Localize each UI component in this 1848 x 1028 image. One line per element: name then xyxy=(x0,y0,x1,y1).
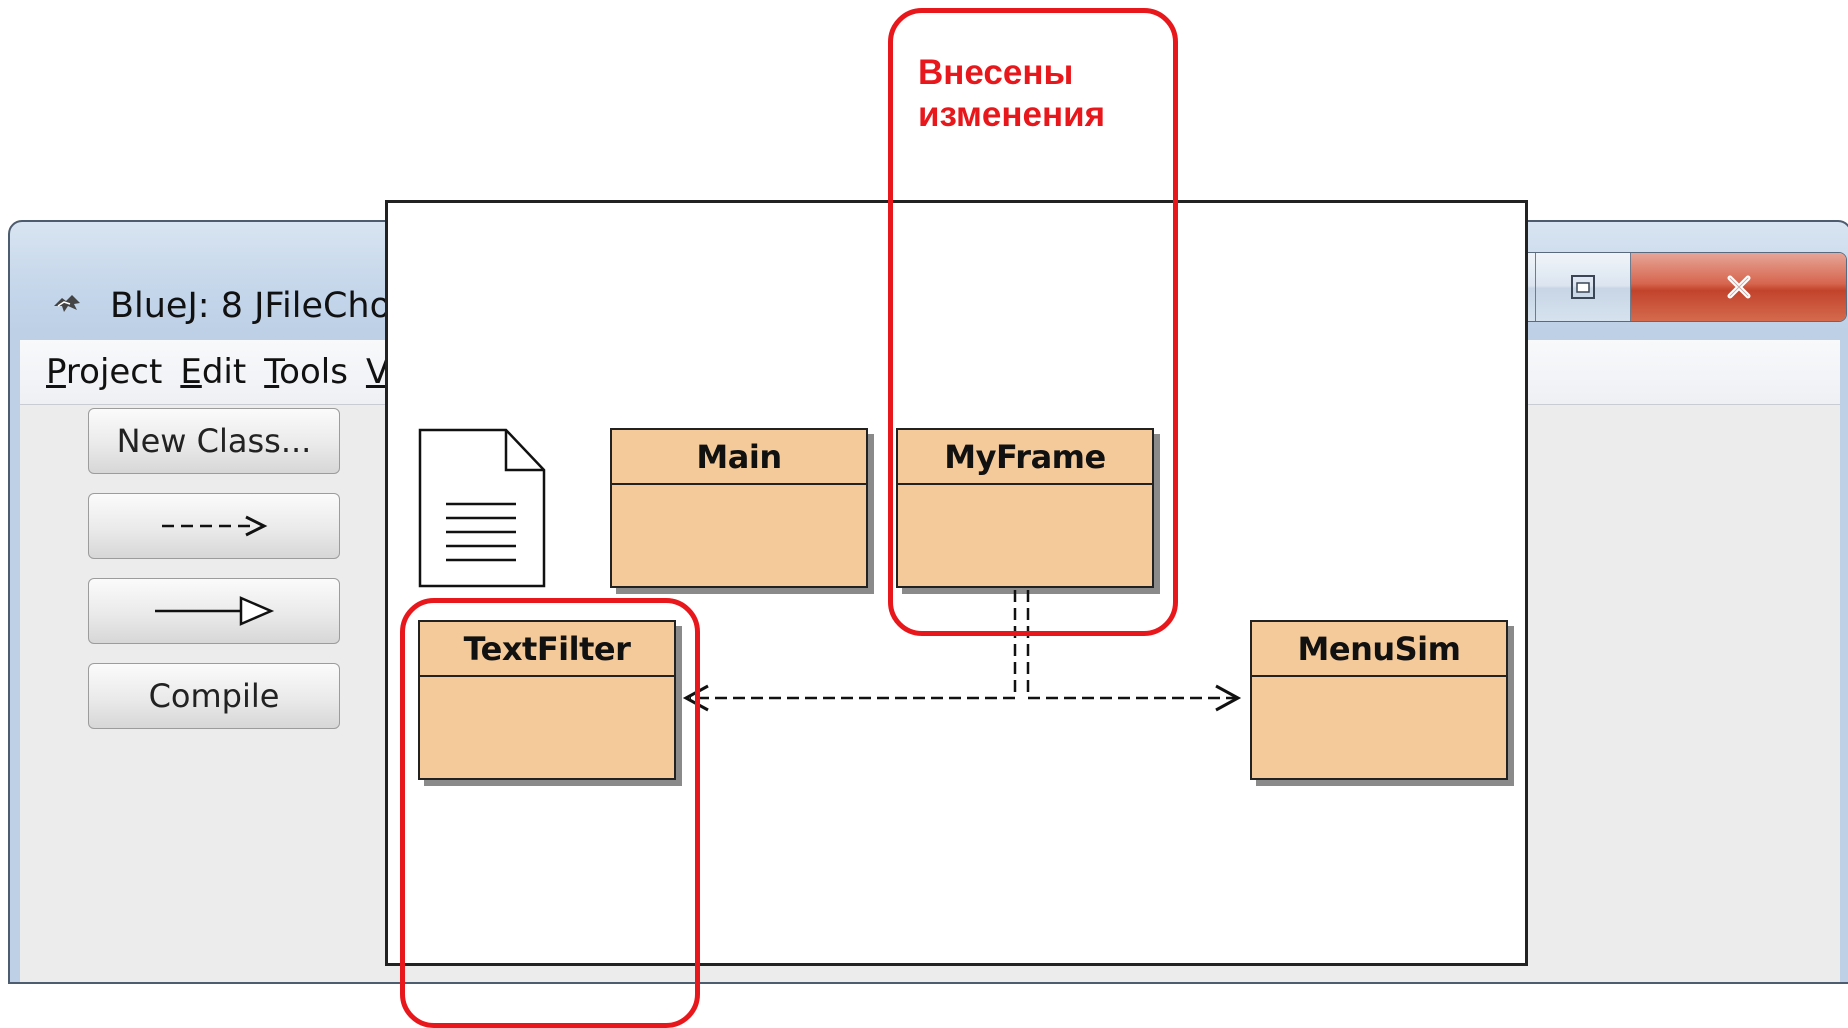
new-class-button[interactable]: New Class... xyxy=(88,408,340,474)
inheritance-arrow-icon xyxy=(155,596,275,626)
highlight-textfilter xyxy=(400,598,700,1028)
menu-project[interactable]: Project xyxy=(46,352,162,392)
class-main[interactable]: Main xyxy=(610,428,868,588)
readme-note-icon[interactable] xyxy=(418,428,546,588)
menu-tools-mnemonic: T xyxy=(264,352,280,392)
bluej-logo-icon xyxy=(54,295,80,312)
annotation-label: Внесены изменения xyxy=(918,53,1106,134)
menu-edit-mnemonic: E xyxy=(180,352,202,392)
maximize-button[interactable] xyxy=(1536,253,1631,321)
class-menusim[interactable]: MenuSim xyxy=(1250,620,1508,780)
class-main-name: Main xyxy=(612,430,866,485)
menu-edit[interactable]: Edit xyxy=(180,352,246,392)
class-menusim-name: MenuSim xyxy=(1252,622,1506,677)
menu-edit-label: dit xyxy=(201,352,247,392)
menu-project-mnemonic: P xyxy=(46,352,66,392)
inheritance-arrow-button[interactable] xyxy=(88,578,340,644)
menu-project-label: roject xyxy=(65,352,163,392)
restore-icon xyxy=(1571,275,1595,299)
dependency-arrow-button[interactable] xyxy=(88,493,340,559)
close-icon xyxy=(1727,275,1750,299)
menu-tools[interactable]: Tools xyxy=(264,352,348,392)
compile-label: Compile xyxy=(148,677,280,715)
menu-tools-label: ools xyxy=(279,352,348,392)
dashed-arrow-icon xyxy=(162,515,268,537)
close-button[interactable] xyxy=(1631,253,1846,321)
compile-button[interactable]: Compile xyxy=(88,663,340,729)
new-class-label: New Class... xyxy=(116,422,312,460)
